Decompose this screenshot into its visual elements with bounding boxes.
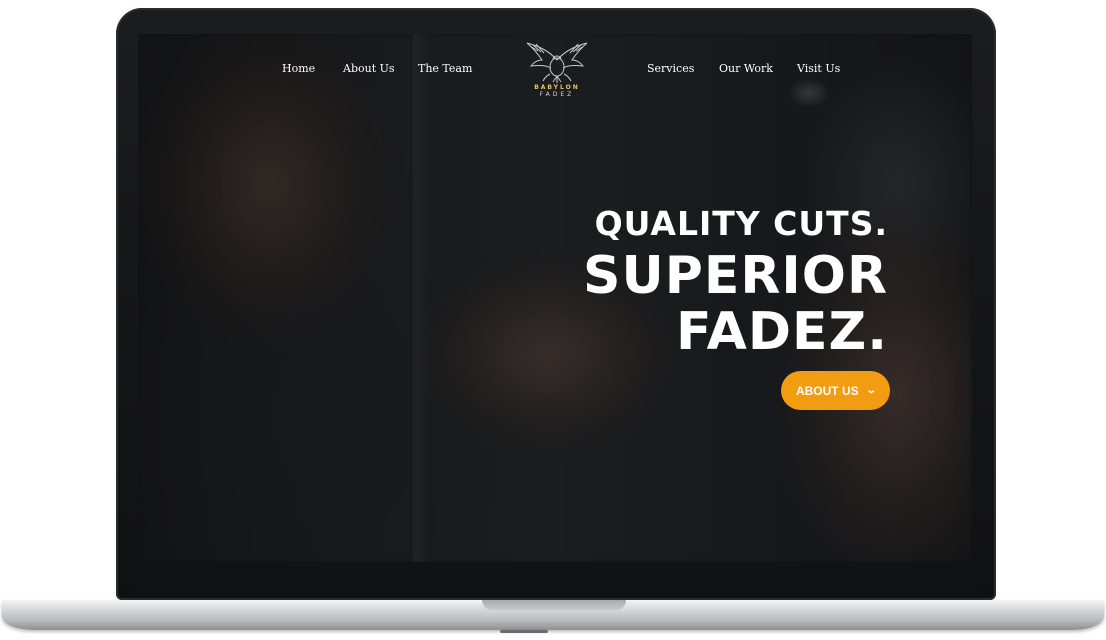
laptop-foot	[500, 630, 548, 633]
website-screen: Home About Us The Team Services Our Work…	[138, 34, 972, 562]
nav-item-about-us[interactable]: About Us	[343, 62, 395, 75]
about-us-button[interactable]: ABOUT US ⌄	[781, 371, 890, 410]
laptop-mockup: Home About Us The Team Services Our Work…	[0, 0, 1106, 640]
logo-subtitle: FADEZ	[539, 91, 575, 98]
nav-item-visit-us[interactable]: Visit Us	[797, 62, 840, 75]
eagle-icon	[526, 42, 588, 83]
nav-item-services[interactable]: Services	[647, 62, 694, 75]
about-us-button-label: ABOUT US	[795, 383, 859, 398]
nav-item-home[interactable]: Home	[282, 62, 315, 75]
laptop-lid-notch	[482, 600, 626, 610]
brand-logo[interactable]: BABYLON FADEZ	[522, 40, 592, 102]
logo-wordmark: BABYLON	[534, 84, 580, 91]
hero-headline: QUALITY CUTS. SUPERIOR FADEZ.	[488, 204, 888, 360]
hero-line-quality-cuts: QUALITY CUTS.	[594, 204, 888, 243]
nav-item-the-team[interactable]: The Team	[418, 62, 472, 75]
screen-bezel	[130, 562, 982, 588]
chevron-down-icon: ⌄	[865, 385, 877, 396]
hero-line-superior: SUPERIOR	[583, 246, 888, 306]
nav-item-our-work[interactable]: Our Work	[719, 62, 773, 75]
hero-line-fadez: FADEZ.	[676, 302, 888, 362]
